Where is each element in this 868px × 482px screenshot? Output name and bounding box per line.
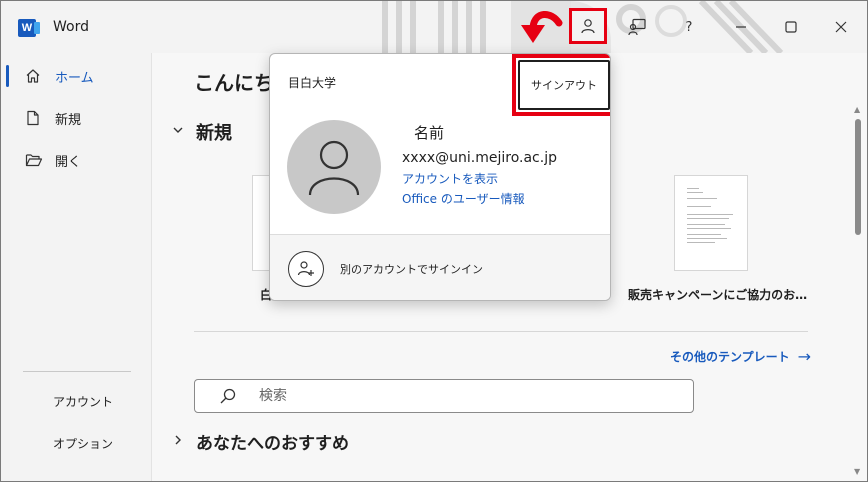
organization-name: 目白大学 bbox=[288, 76, 337, 90]
thumbnail-line bbox=[687, 242, 715, 243]
sign-in-other-account-button[interactable]: 別のアカウントでサインイン bbox=[270, 235, 610, 300]
template-sales-campaign[interactable] bbox=[674, 175, 748, 271]
title-bar: W Word ? bbox=[1, 1, 867, 53]
thumbnail-line bbox=[687, 234, 721, 235]
other-account-label: 別のアカウントでサインイン bbox=[340, 262, 483, 276]
account-popup: 目白大学 サインアウト 名前 xxxx@uni.mejiro.ac.jp アカウ… bbox=[269, 53, 611, 301]
add-person-icon bbox=[288, 250, 324, 287]
sidebar-item-options[interactable]: オプション bbox=[53, 435, 113, 452]
greeting-heading: こんにち bbox=[194, 71, 274, 95]
thumbnail-line bbox=[687, 238, 727, 239]
feedback-icon bbox=[628, 18, 646, 36]
scroll-down-arrow-icon[interactable]: ▼ bbox=[854, 467, 860, 476]
sidebar-item-open[interactable]: 開く bbox=[7, 143, 147, 177]
word-logo-icon: W bbox=[18, 19, 40, 37]
new-document-icon bbox=[25, 110, 47, 126]
chevron-right-icon bbox=[172, 434, 194, 450]
person-icon bbox=[308, 140, 360, 196]
more-templates-label: その他のテンプレート bbox=[670, 350, 790, 364]
avatar bbox=[287, 120, 381, 214]
minimize-icon bbox=[736, 26, 746, 28]
sign-out-button[interactable]: サインアウト bbox=[518, 60, 610, 110]
search-box[interactable] bbox=[194, 379, 694, 413]
sidebar-divider bbox=[23, 371, 131, 372]
search-icon bbox=[219, 387, 239, 405]
section-new-header[interactable]: 新規 bbox=[172, 119, 232, 145]
thumbnail-line bbox=[687, 192, 703, 193]
thumbnail-line bbox=[687, 218, 729, 219]
section-recommended-header[interactable]: あなたへのおすすめ bbox=[172, 429, 349, 454]
sidebar-item-label: ホーム bbox=[55, 70, 94, 86]
template-label: 販売キャンペーンにご協力のお… bbox=[628, 288, 808, 302]
scrollbar-thumb[interactable] bbox=[855, 119, 861, 235]
maximize-button[interactable] bbox=[773, 9, 809, 45]
account-button[interactable] bbox=[569, 8, 607, 44]
sidebar-item-label: 開く bbox=[55, 154, 82, 170]
feedback-button[interactable] bbox=[619, 9, 655, 45]
arrow-right-icon: → bbox=[797, 347, 812, 366]
section-divider bbox=[194, 331, 808, 332]
user-name: 名前 bbox=[414, 124, 445, 142]
user-email: xxxx@uni.mejiro.ac.jp bbox=[402, 150, 557, 166]
thumbnail-line bbox=[687, 206, 711, 207]
thumbnail-line bbox=[687, 188, 699, 189]
scroll-up-arrow-icon[interactable]: ▲ bbox=[854, 105, 860, 114]
backstage-sidebar: ホーム 新規 開く アカウント オプション bbox=[1, 53, 151, 481]
help-button[interactable]: ? bbox=[671, 9, 707, 45]
thumbnail-line bbox=[687, 214, 733, 215]
annotation-arrow-icon bbox=[521, 11, 563, 43]
more-templates-link[interactable]: その他のテンプレート → bbox=[670, 347, 811, 366]
person-icon bbox=[581, 19, 595, 34]
sidebar-item-new[interactable]: 新規 bbox=[7, 101, 147, 135]
sidebar-item-home[interactable]: ホーム bbox=[6, 59, 147, 93]
folder-open-icon bbox=[25, 152, 47, 168]
section-recommended-label: あなたへのおすすめ bbox=[196, 434, 349, 454]
maximize-icon bbox=[785, 21, 797, 33]
vertical-scrollbar[interactable]: ▲ ▼ bbox=[851, 101, 865, 481]
section-new-label: 新規 bbox=[196, 123, 232, 144]
minimize-button[interactable] bbox=[723, 9, 759, 45]
office-user-info-link[interactable]: Office のユーザー情報 bbox=[402, 190, 525, 207]
close-icon bbox=[835, 21, 847, 33]
home-icon bbox=[25, 68, 47, 84]
sidebar-item-account[interactable]: アカウント bbox=[53, 393, 113, 410]
thumbnail-line bbox=[687, 224, 725, 225]
word-window: W Word ? ホーム 新規 開く アカウント オプション こんにち 新規 白… bbox=[0, 0, 868, 482]
thumbnail-line bbox=[687, 198, 717, 199]
view-account-link[interactable]: アカウントを表示 bbox=[402, 170, 498, 187]
search-input[interactable] bbox=[259, 388, 639, 404]
close-button[interactable] bbox=[823, 9, 859, 45]
sidebar-item-label: 新規 bbox=[55, 112, 82, 128]
chevron-down-icon bbox=[172, 124, 194, 140]
app-title: Word bbox=[53, 19, 89, 35]
thumbnail-line bbox=[687, 228, 731, 229]
